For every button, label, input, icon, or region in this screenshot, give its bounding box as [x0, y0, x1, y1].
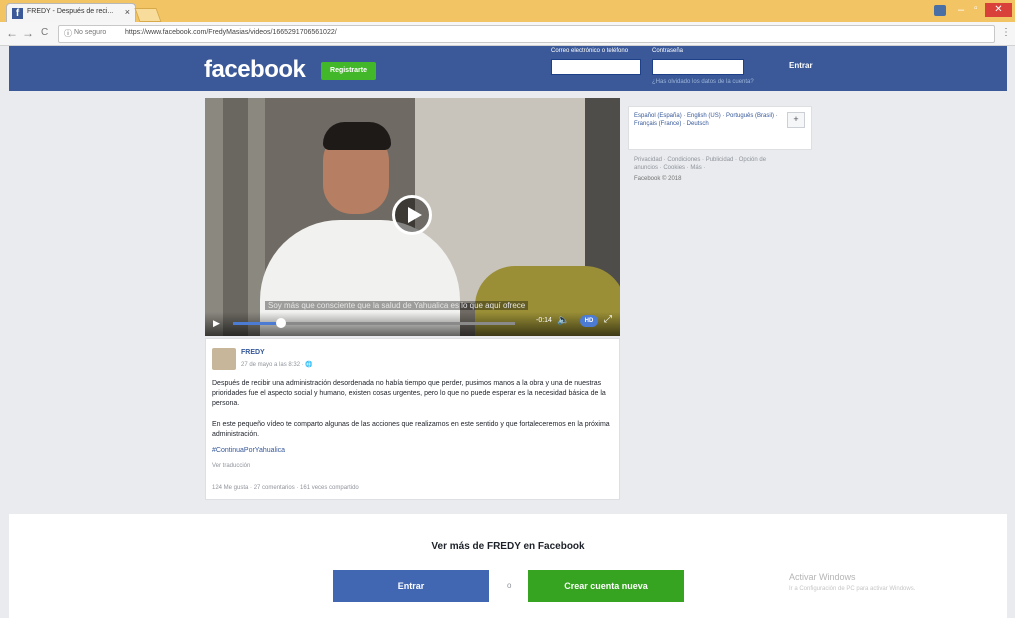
activate-windows-subtitle: Ir a Configuración de PC para activar Wi…	[789, 586, 916, 592]
add-language-button[interactable]: +	[787, 112, 805, 128]
login-prompt-panel	[9, 514, 1007, 618]
user-profile-icon[interactable]	[934, 5, 946, 16]
password-label: Contraseña	[652, 48, 684, 54]
post-hashtag[interactable]: #ContinuaPorYahualica	[212, 446, 614, 456]
volume-icon[interactable]: 🔈	[557, 315, 569, 326]
reload-icon[interactable]: C	[41, 27, 48, 38]
post-paragraph-2: En este pequeño vídeo te comparto alguna…	[212, 421, 610, 438]
video-caption: Soy más que consciente que la salud de Y…	[265, 301, 529, 310]
enter-button[interactable]: Entrar	[333, 570, 489, 602]
video-time: -0:14	[536, 317, 552, 324]
fullscreen-icon[interactable]: ⤢	[604, 314, 612, 325]
language-links[interactable]: Español (España) · English (US) · Portug…	[634, 112, 779, 128]
maximize-icon[interactable]: ▫	[974, 3, 978, 14]
facebook-favicon-icon: f	[12, 8, 23, 19]
video-background-door	[223, 98, 248, 336]
video-progress-handle[interactable]	[276, 318, 286, 328]
play-icon[interactable]	[392, 195, 432, 235]
video-person-hair	[323, 122, 391, 150]
email-field[interactable]	[551, 59, 641, 75]
post-date[interactable]: 27 de mayo a las 8:32 · 🌐	[241, 361, 313, 368]
browser-tab[interactable]: f FREDY - Después de reci... ×	[6, 3, 136, 23]
forward-icon[interactable]: →	[22, 26, 34, 40]
url-text: https://www.facebook.com/FredyMasias/vid…	[125, 29, 337, 36]
or-separator: o	[507, 581, 512, 590]
security-label: No seguro	[74, 29, 107, 36]
activate-windows-title: Activar Windows	[789, 572, 856, 582]
new-tab-button[interactable]	[134, 8, 162, 22]
minimize-icon[interactable]: –	[958, 4, 964, 16]
create-account-button[interactable]: Crear cuenta nueva	[528, 570, 684, 602]
signup-button[interactable]: Registrarte	[321, 62, 376, 80]
tab-close-icon[interactable]: ×	[125, 7, 130, 17]
login-button[interactable]: Entrar	[789, 61, 813, 70]
footer-links[interactable]: Privacidad · Condiciones · Publicidad · …	[634, 156, 774, 172]
browser-menu-icon[interactable]: ⋮	[1001, 27, 1011, 38]
video-progress-fill	[233, 322, 281, 325]
password-field[interactable]	[652, 59, 744, 75]
hd-toggle[interactable]: HD	[580, 315, 598, 327]
back-icon[interactable]: ←	[6, 26, 18, 40]
copyright: Facebook © 2018	[634, 176, 682, 182]
see-translation-link[interactable]: Ver traducción	[212, 463, 250, 469]
post-paragraph-1: Después de recibir una administración de…	[212, 380, 606, 407]
post-author[interactable]: FREDY	[241, 349, 265, 356]
forgot-account-link[interactable]: ¿Has olvidado los datos de la cuenta?	[652, 79, 754, 85]
facebook-header	[9, 46, 1007, 91]
avatar[interactable]	[212, 348, 236, 370]
close-window-icon[interactable]: ✕	[985, 3, 1012, 17]
address-bar[interactable]: ⓘ No seguro https://www.facebook.com/Fre…	[58, 25, 995, 43]
see-more-heading: Ver más de FREDY en Facebook	[431, 541, 585, 552]
play-small-icon[interactable]: ▶	[213, 318, 220, 329]
post-stats[interactable]: 124 Me gusta · 27 comentarios · 161 vece…	[212, 485, 359, 491]
not-secure-icon: ⓘ	[64, 29, 72, 38]
facebook-logo[interactable]: facebook	[204, 56, 306, 84]
email-label: Correo electrónico o teléfono	[551, 48, 629, 54]
tab-title: FREDY - Después de reci...	[27, 8, 114, 15]
